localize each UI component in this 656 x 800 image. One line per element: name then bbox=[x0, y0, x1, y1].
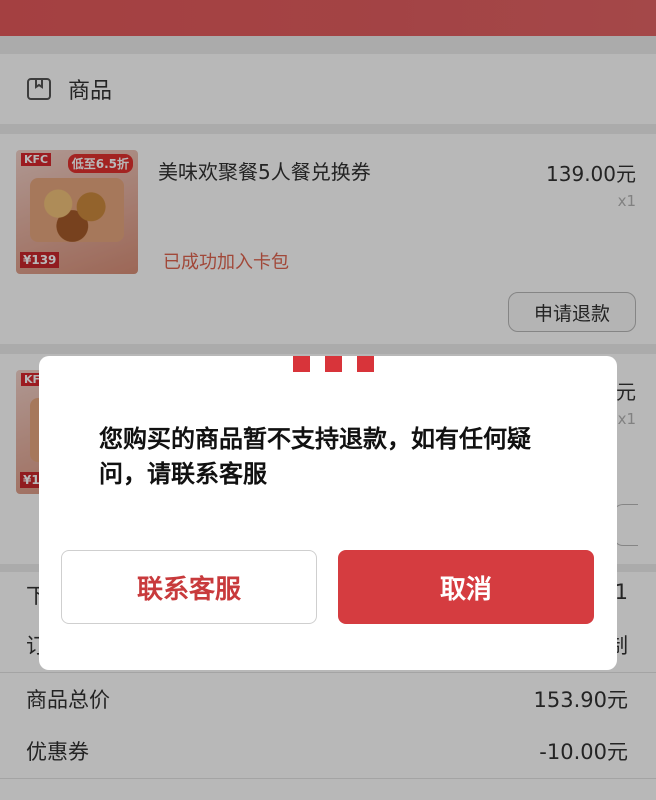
dialog-message: 您购买的商品暂不支持退款，如有任何疑问，请联系客服 bbox=[99, 425, 531, 488]
cancel-button[interactable]: 取消 bbox=[338, 550, 594, 624]
brand-stripes bbox=[293, 356, 374, 372]
order-detail-page: 商品 KFC 低至6.5折 ¥139 美味欢聚餐5人餐兑换券 已成功加入卡包 1… bbox=[0, 0, 656, 800]
refund-unavailable-dialog: 您购买的商品暂不支持退款，如有任何疑问，请联系客服 联系客服 取消 bbox=[39, 356, 617, 670]
contact-support-button[interactable]: 联系客服 bbox=[61, 550, 317, 624]
